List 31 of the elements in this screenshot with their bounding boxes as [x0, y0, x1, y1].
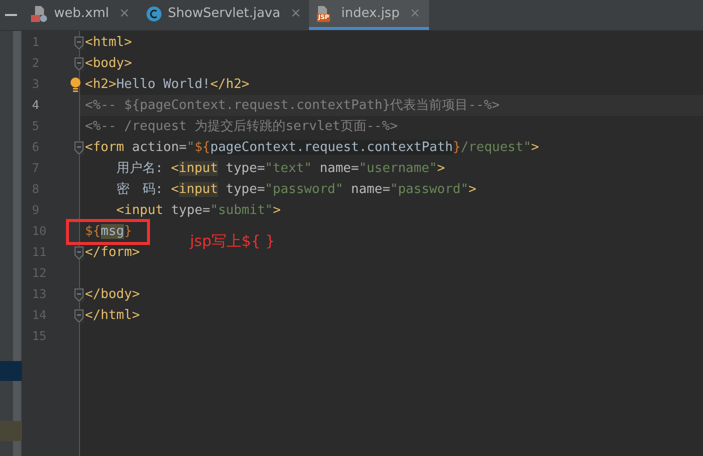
fold-icon[interactable] [74, 246, 84, 260]
code-line: <%-- ${pageContext.request.contextPath}代表当前项目--%> [85, 98, 500, 113]
code-line: <form action="${pageContext.request.contextPath}/request"> [85, 140, 539, 155]
close-icon[interactable]: × [290, 6, 302, 21]
annotation-note: jsp写上${ } [190, 232, 275, 251]
fold-icon[interactable] [74, 36, 84, 50]
fold-icon[interactable] [74, 140, 84, 154]
fold-icon[interactable] [74, 288, 84, 302]
code-line: ${msg} [85, 224, 132, 239]
code-line: <body> [85, 56, 132, 71]
tab-label: ShowServlet.java [168, 6, 280, 21]
fold-icon[interactable] [74, 308, 84, 322]
class-icon [146, 6, 162, 22]
change-marker [0, 421, 22, 441]
tab-label: index.jsp [341, 6, 400, 21]
close-icon[interactable]: × [118, 6, 130, 21]
code-line: </html> [85, 308, 140, 323]
line-number: 4 [32, 97, 40, 114]
code-line: </form> [85, 245, 140, 260]
fold-icon[interactable] [74, 56, 84, 70]
xml-file-icon [30, 4, 48, 22]
code-line: <%-- /request 为提交后转跳的servlet页面--%> [85, 119, 398, 134]
code-line: <html> [85, 35, 132, 50]
code-line: <h2>Hello World!</h2> [85, 77, 250, 92]
tab-label: web.xml [54, 6, 109, 21]
code-line: 用户名: <input type="text" name="username"> [115, 161, 445, 176]
lightbulb-icon[interactable] [70, 77, 81, 92]
code-line: 密 码: <input type="password" name="password"> [115, 182, 476, 197]
change-marker [0, 361, 22, 381]
code-line: </body> [85, 287, 140, 302]
code-line: <input type="submit"> [115, 203, 281, 218]
